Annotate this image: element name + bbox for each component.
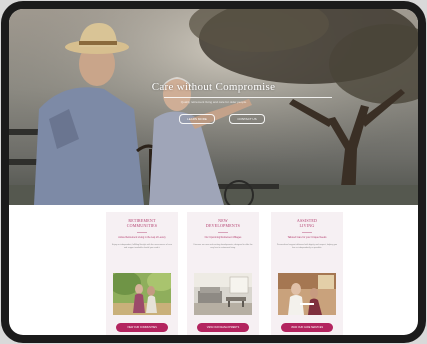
card-divider	[302, 232, 312, 233]
view-care-services-button[interactable]: VIEW OUR CARE SERVICES	[281, 323, 333, 332]
hero-subtitle: Quality retirement living and care for o…	[180, 100, 247, 104]
card-assisted-living: ASSISTED LIVING Tailored Care for your U…	[271, 212, 343, 335]
hero-photo	[9, 9, 418, 205]
card-lead: Tailored Care for your Unique Needs	[287, 236, 327, 239]
card-photo-interior	[194, 273, 252, 315]
card-body: Personalised support delivered with dign…	[276, 244, 338, 249]
card-title: ASSISTED LIVING	[296, 218, 318, 228]
card-divider	[137, 232, 147, 233]
card-body: Discover our new and exciting developmen…	[193, 244, 253, 249]
hero-title: Care without Compromise	[151, 81, 276, 93]
card-divider	[218, 232, 228, 233]
card-body: Enjoy an independent, fulfilling lifesty…	[111, 244, 173, 249]
card-title: NEW DEVELOPMENTS	[205, 218, 241, 228]
view-communities-button[interactable]: VIEW OUR COMMUNITIES	[116, 323, 168, 332]
card-lead: Our Upcoming Retirement Villages	[204, 236, 242, 239]
hero-banner: Care without Compromise Quality retireme…	[9, 9, 418, 205]
tablet-frame: Care without Compromise Quality retireme…	[1, 1, 426, 343]
card-lead: Active Retirement Living in the Lap of L…	[118, 236, 166, 239]
hero-divider	[164, 97, 332, 98]
card-photo-couple-garden	[113, 273, 171, 315]
view-developments-button[interactable]: VIEW OUR DEVELOPMENTS	[197, 323, 249, 332]
card-new-developments: NEW DEVELOPMENTS Our Upcoming Retirement…	[187, 212, 259, 335]
contact-button[interactable]: CONTACT US	[229, 114, 265, 124]
learn-more-button[interactable]: LEARN MORE	[179, 114, 215, 124]
webpage-screen: Care without Compromise Quality retireme…	[9, 9, 418, 335]
card-photo-carer	[278, 273, 336, 315]
card-title: RETIREMENT COMMUNITIES	[126, 218, 158, 228]
card-retirement-communities: RETIREMENT COMMUNITIES Active Retirement…	[106, 212, 178, 335]
